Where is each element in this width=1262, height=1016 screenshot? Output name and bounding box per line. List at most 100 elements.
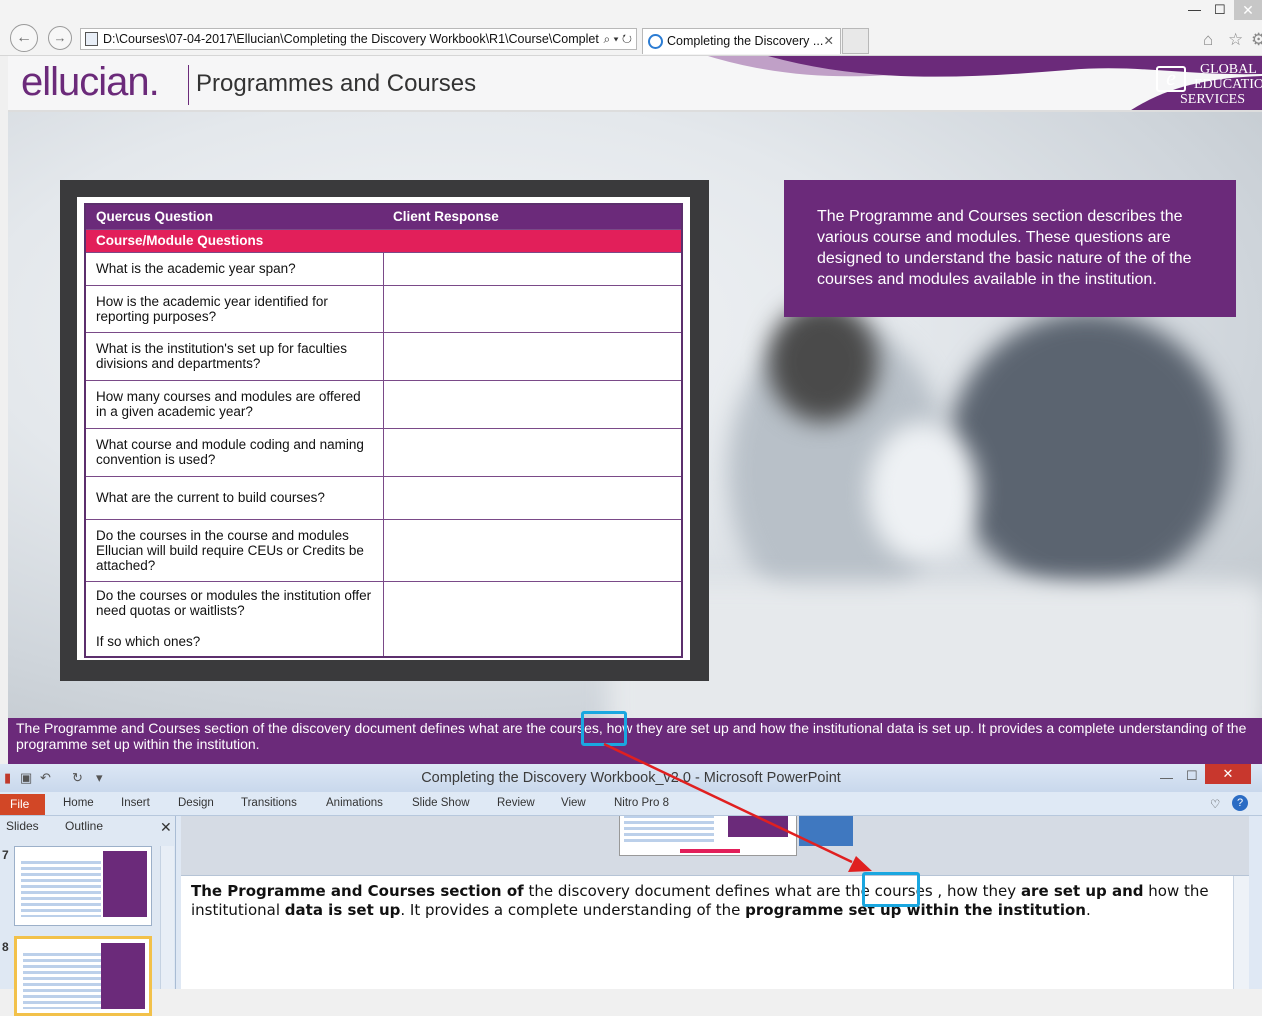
question-table: Quercus Question Client Response Course/… [84,203,683,658]
table-row: What course and module coding and naming… [84,427,683,477]
highlight-box-caption [581,711,627,746]
column-header-response: Client Response [383,204,682,229]
ie-icon [648,34,663,49]
notes-text-5: . It provides a complete understanding o… [400,901,746,919]
slide-title: Programmes and Courses [196,70,477,97]
address-bar[interactable]: D:\Courses\07-04-2017\Ellucian\Completin… [80,28,637,50]
question-cell: What is the institution's set up for fac… [84,331,384,381]
canvas-box [728,816,788,837]
question-table-frame: Quercus Question Client Response Course/… [60,180,709,681]
pane-scrollbar[interactable] [160,846,174,989]
ppt-minimize-button[interactable]: — [1160,770,1173,785]
background-photo-head [768,302,878,422]
slide-caption: The Programme and Courses section of the… [8,718,1262,764]
notes-bold-3: data is set up [284,901,401,919]
pane-tab-slides[interactable]: Slides [6,819,39,833]
tab-slide-show[interactable]: Slide Show [412,797,470,809]
tab-close-icon[interactable]: ✕ [824,29,834,53]
tab-file[interactable]: File [0,794,45,815]
response-cell [382,284,683,333]
minimize-button[interactable]: — [1188,2,1201,17]
slide-thumbnail[interactable] [14,846,152,926]
table-header-row: Quercus Question Client Response [85,204,682,229]
tab-design[interactable]: Design [178,797,214,809]
response-cell [382,580,683,658]
canvas-table [624,816,714,845]
ribbon-tabs: File Home Insert Design Transitions Anim… [0,792,1262,816]
highlight-box-notes [862,872,920,907]
background-photo-paper [868,422,978,562]
slide-thumbnail-selected[interactable] [14,936,152,1016]
ribbon-collapse-icon[interactable]: ♡ [1210,797,1220,811]
help-icon[interactable]: ? [1232,795,1248,811]
pane-close-icon[interactable]: ✕ [160,819,172,836]
pane-tab-outline[interactable]: Outline [65,819,103,833]
logo-mark: e [1156,66,1186,92]
thumbnail-table [23,953,103,1009]
info-box: The Programme and Courses section descri… [784,180,1236,317]
slide-header: ellucian. Programmes and Courses e GLOBA… [8,56,1262,112]
notes-pane[interactable]: The Programme and Courses section of the… [181,876,1233,989]
table-row: Do the courses or modules the institutio… [84,580,683,658]
notes-text-6: . [1085,901,1091,919]
notes-bold-1: The Programme and Courses section of [191,882,524,900]
settings-icon[interactable]: ⚙ [1251,30,1262,50]
address-tools[interactable]: ⌕ ▾ ↻ [603,29,632,49]
thumbnail-box [103,851,147,917]
notes-text-3: w they [965,882,1021,900]
question-text: Do the courses or modules the institutio… [96,588,372,619]
table-row: Do the courses in the course and modules… [84,518,683,582]
notes-scrollbar[interactable] [1233,876,1249,989]
question-cell: What is the academic year span? [84,251,384,286]
new-tab-button[interactable] [842,28,869,54]
favorites-icon[interactable]: ☆ [1228,30,1243,50]
slide-number: 8 [2,940,9,954]
question-cell: What are the current to build courses? [84,475,384,520]
powerpoint-window: ▮ ▣ ↶ ↻ ▾ Completing the Discovery Workb… [0,764,1262,1016]
column-header-question: Quercus Question [85,204,383,229]
notes-text-1: the discovery document defines what are … [523,882,902,900]
tab-title: Completing the Discovery ... [667,34,824,48]
tab-home[interactable]: Home [63,797,94,809]
browser-tab[interactable]: Completing the Discovery ... ✕ [642,28,841,54]
browser-toolbar: ← → D:\Courses\07-04-2017\Ellucian\Compl… [0,0,1262,56]
forward-button[interactable]: → [48,26,72,50]
ppt-maximize-button[interactable]: ☐ [1186,768,1198,784]
slide-canvas[interactable] [619,816,797,856]
tab-view[interactable]: View [561,797,586,809]
table-row: How is the academic year identified for … [84,284,683,333]
header-divider [188,65,189,105]
table-row: What are the current to build courses? [84,475,683,520]
slides-pane: Slides Outline ✕ 7 8 [0,816,176,1016]
table-row: How many courses and modules are offered… [84,379,683,429]
tab-insert[interactable]: Insert [121,797,150,809]
close-button[interactable]: ✕ [1234,0,1262,20]
question-cell: Do the courses in the course and modules… [84,518,384,582]
home-icon[interactable]: ⌂ [1203,30,1213,50]
thumbnail-box [101,943,145,1009]
tab-transitions[interactable]: Transitions [241,797,297,809]
tab-animations[interactable]: Animations [326,797,383,809]
table-row: What is the academic year span? [84,251,683,286]
background-photo-figure-2 [948,312,1228,592]
category-label: Course/Module Questions [84,228,683,253]
ppt-close-button[interactable]: ✕ [1205,764,1251,784]
response-cell [382,475,683,520]
back-button[interactable]: ← [10,24,38,52]
notes-bold-2: are set up and [1020,882,1144,900]
question-cell: Do the courses or modules the institutio… [84,580,384,658]
response-cell [382,379,683,429]
powerpoint-window-title: Completing the Discovery Workbook_v2.0 -… [421,770,841,786]
response-cell [382,518,683,582]
response-cell [382,251,683,286]
tab-nitro-pro[interactable]: Nitro Pro 8 [614,797,669,809]
slide-number: 7 [2,848,9,862]
maximize-button[interactable]: ☐ [1214,2,1226,18]
powerpoint-titlebar: ▮ ▣ ↶ ↻ ▾ Completing the Discovery Workb… [0,764,1262,792]
tab-review[interactable]: Review [497,797,535,809]
logo-line-3: SERVICES [1180,92,1246,107]
slide-body: Quercus Question Client Response Course/… [8,112,1262,718]
canvas-side-object[interactable] [799,816,853,846]
logo-line-1: GLOBAL [1200,62,1257,77]
question-followup: If so which ones? [96,634,201,650]
